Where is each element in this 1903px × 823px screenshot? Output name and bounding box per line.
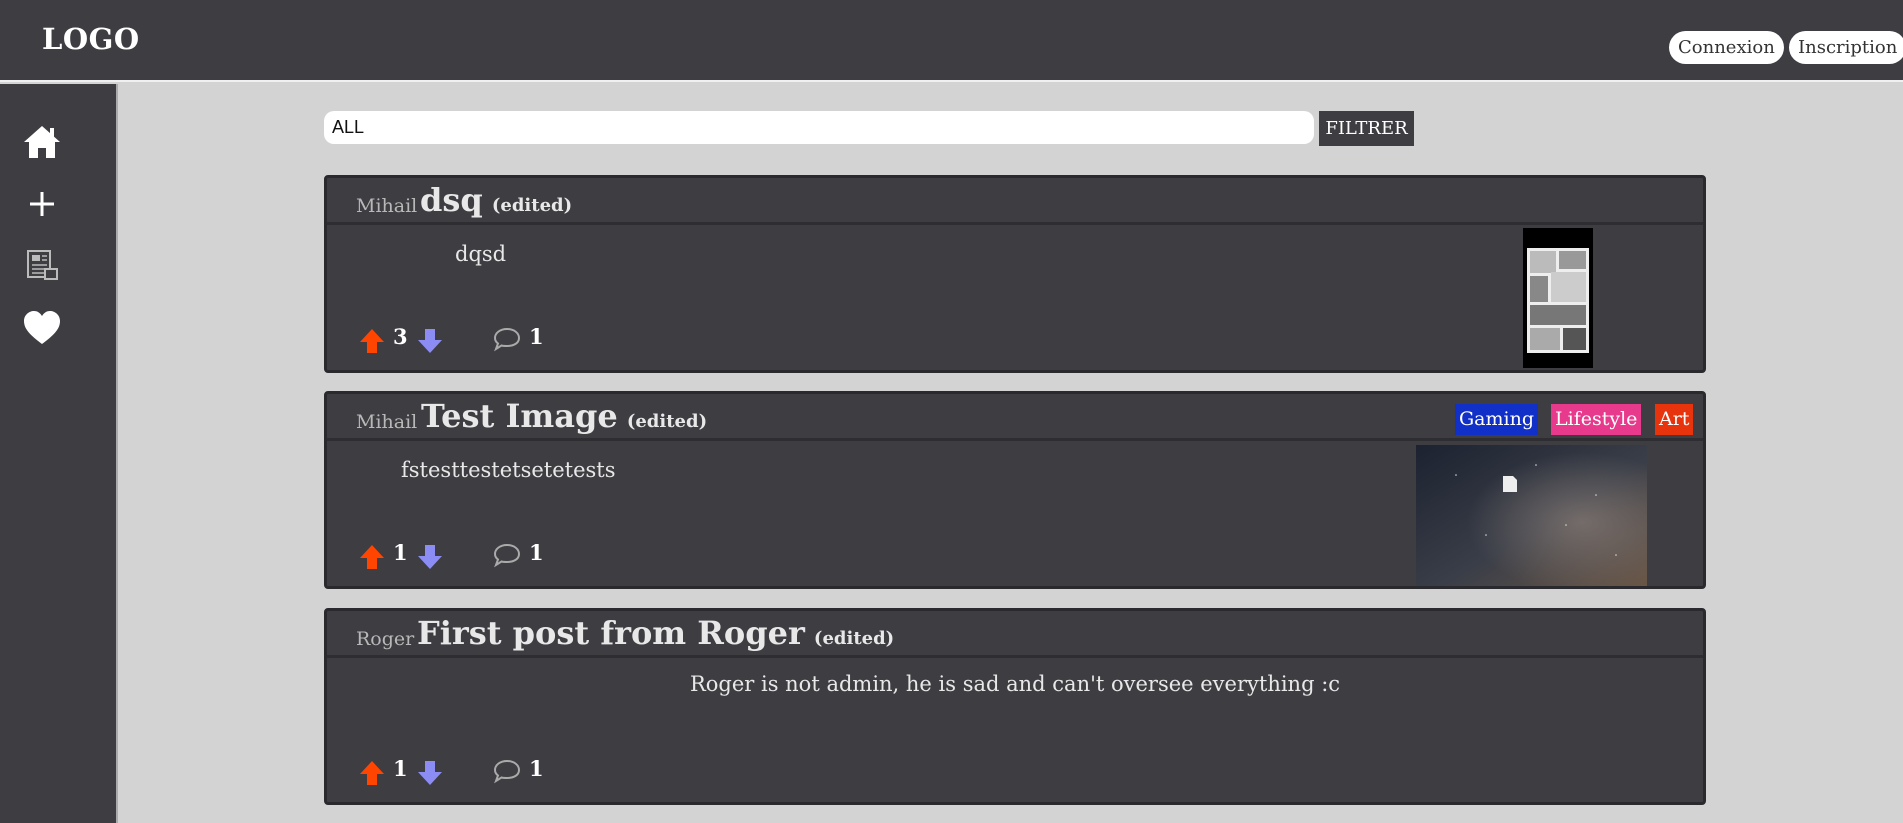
upvote-arrow-icon[interactable]: [359, 544, 385, 574]
signup-button[interactable]: Inscription: [1789, 31, 1903, 64]
post-author[interactable]: Mihail: [356, 411, 417, 433]
comment-icon[interactable]: [493, 542, 521, 572]
sidebar: [0, 84, 118, 823]
post-body: Roger is not admin, he is sad and can't …: [689, 672, 1341, 696]
post-card[interactable]: Mihail Test Image (edited) Gaming Lifest…: [324, 391, 1706, 589]
comment-count: 1: [529, 324, 544, 349]
logo[interactable]: LOGO: [42, 22, 140, 56]
post-header: Mihail dsq (edited): [327, 178, 1703, 225]
downvote-arrow-icon[interactable]: [417, 760, 443, 790]
edited-label: (edited): [813, 628, 895, 649]
post-header: Mihail Test Image (edited) Gaming Lifest…: [327, 394, 1703, 441]
post-title[interactable]: Test Image: [421, 397, 618, 435]
post-thumbnail[interactable]: [1523, 228, 1593, 368]
post-actions: 3 1: [359, 324, 559, 358]
vote-count: 1: [393, 756, 408, 781]
comment-count: 1: [529, 540, 544, 565]
post-actions: 1 1: [359, 540, 559, 574]
edited-label: (edited): [626, 411, 708, 432]
post-thumbnail[interactable]: [1416, 445, 1647, 586]
filter-button[interactable]: FILTRER: [1319, 111, 1414, 146]
plus-icon[interactable]: [22, 184, 62, 224]
newspaper-icon[interactable]: [22, 246, 62, 286]
tag-gaming[interactable]: Gaming: [1455, 404, 1538, 435]
edited-label: (edited): [491, 195, 573, 216]
post-body: fstesttestetsetetests: [401, 458, 616, 482]
home-icon[interactable]: [22, 122, 62, 162]
heart-icon[interactable]: [22, 308, 62, 348]
login-button[interactable]: Connexion: [1669, 31, 1784, 64]
comment-icon[interactable]: [493, 758, 521, 788]
post-author[interactable]: Mihail: [356, 195, 417, 217]
downvote-arrow-icon[interactable]: [417, 328, 443, 358]
upvote-arrow-icon[interactable]: [359, 760, 385, 790]
tag-art[interactable]: Art: [1655, 404, 1694, 435]
upvote-arrow-icon[interactable]: [359, 328, 385, 358]
post-card[interactable]: Mihail dsq (edited) dqsd 3 1: [324, 175, 1706, 373]
post-title[interactable]: First post from Roger: [417, 614, 805, 652]
comment-icon[interactable]: [493, 326, 521, 356]
post-body: dqsd: [455, 242, 507, 266]
vote-count: 1: [393, 540, 408, 565]
post-actions: 1 1: [359, 756, 559, 790]
top-bar: LOGO Connexion Inscription: [0, 0, 1903, 82]
downvote-arrow-icon[interactable]: [417, 544, 443, 574]
vote-count: 3: [393, 324, 408, 349]
comment-count: 1: [529, 756, 544, 781]
post-author[interactable]: Roger: [356, 628, 414, 650]
post-header: Roger First post from Roger (edited): [327, 611, 1703, 658]
filter-input[interactable]: [324, 111, 1314, 144]
post-card[interactable]: Roger First post from Roger (edited) Rog…: [324, 608, 1706, 805]
tag-lifestyle[interactable]: Lifestyle: [1551, 404, 1642, 435]
post-title[interactable]: dsq: [420, 181, 483, 219]
